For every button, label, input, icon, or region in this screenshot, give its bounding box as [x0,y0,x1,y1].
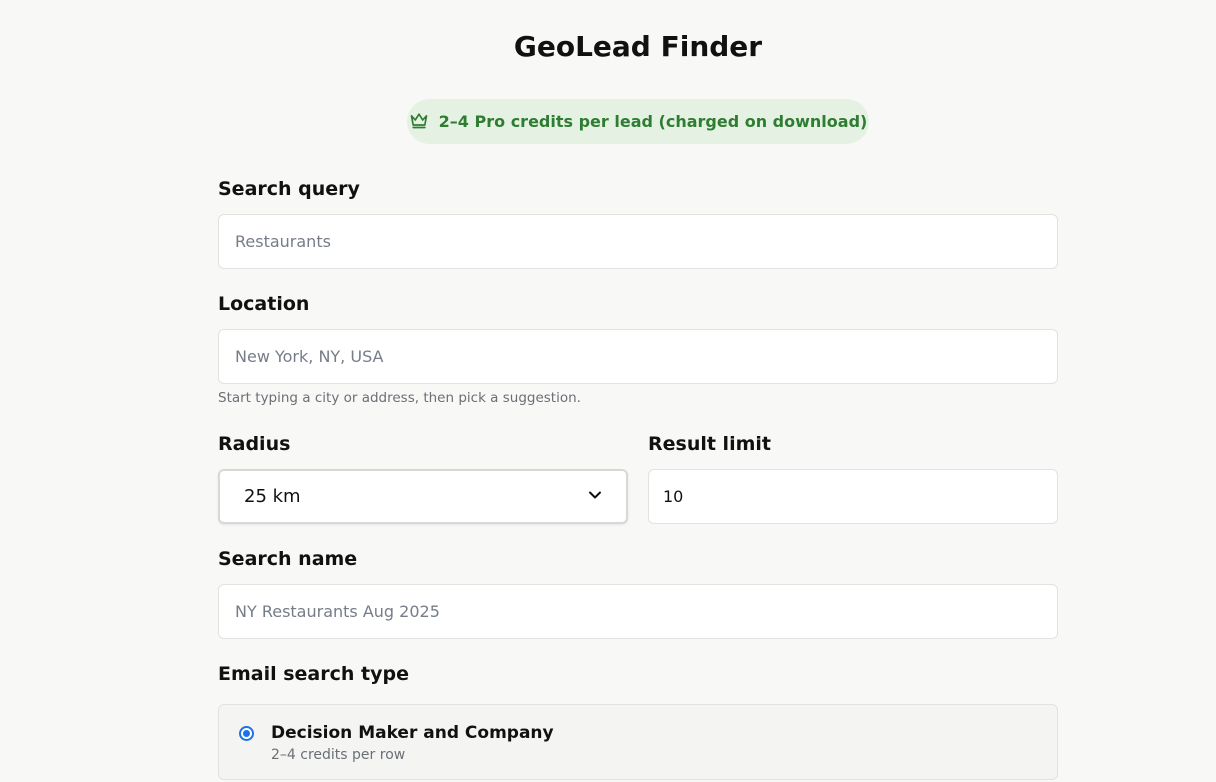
radio-button-selected[interactable] [239,726,254,741]
radius-select[interactable]: 25 km [218,469,628,524]
email-search-type-label: Email search type [218,663,409,685]
option-title: Decision Maker and Company [271,723,554,743]
search-query-label: Search query [218,178,360,200]
page-title: GeoLead Finder [513,30,763,63]
pro-credits-badge: 2–4 Pro credits per lead (charged on dow… [407,99,869,144]
search-query-input[interactable] [218,214,1058,269]
badge-text: 2–4 Pro credits per lead (charged on dow… [438,112,868,131]
email-type-option-decision-maker[interactable]: Decision Maker and Company 2–4 credits p… [218,704,1058,780]
radius-label: Radius [218,433,291,455]
search-name-label: Search name [218,548,358,570]
chevron-down-icon [588,487,602,506]
result-limit-input[interactable] [648,469,1058,524]
location-hint: Start typing a city or address, then pic… [218,390,581,406]
crown-icon [409,110,429,134]
location-input[interactable] [218,329,1058,384]
result-limit-label: Result limit [648,433,771,455]
radius-selected-value: 25 km [244,486,301,507]
option-subtitle: 2–4 credits per row [271,747,406,763]
location-label: Location [218,293,310,315]
search-name-input[interactable] [218,584,1058,639]
